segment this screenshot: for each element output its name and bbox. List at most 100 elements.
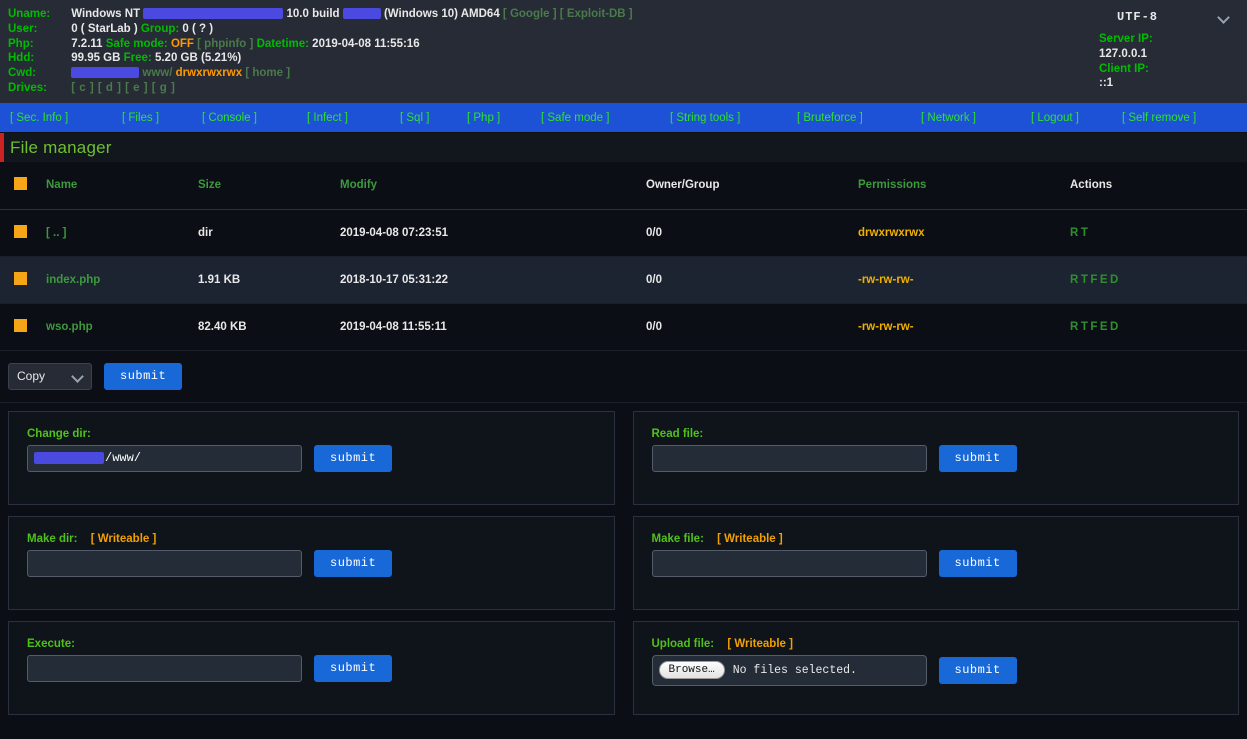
browse-button[interactable]: Browse… [659, 661, 725, 679]
read-file-input[interactable] [652, 445, 927, 472]
chevron-down-icon [71, 369, 85, 383]
column-header-size[interactable]: Size [198, 162, 340, 209]
hdd-free-value: 5.20 GB (5.21%) [155, 52, 241, 64]
row-checkbox[interactable] [14, 319, 27, 332]
make-file-submit-button[interactable]: submit [939, 550, 1017, 577]
file-link[interactable]: wso.php [46, 321, 93, 333]
action-link-r[interactable]: R [1070, 227, 1081, 239]
exploitdb-link[interactable]: [ Exploit-DB ] [560, 8, 633, 20]
nav-item-console[interactable]: [ Console ] [200, 112, 259, 124]
google-link[interactable]: [ Google ] [503, 8, 557, 20]
execute-panel: Execute: submit [8, 621, 615, 715]
nav-item-files[interactable]: [ Files ] [120, 112, 161, 124]
execute-input[interactable] [27, 655, 302, 682]
action-link-r[interactable]: R [1070, 274, 1081, 286]
upload-file-status-badge: [ Writeable ] [727, 638, 793, 650]
change-dir-submit-button[interactable]: submit [314, 445, 392, 472]
action-link-d[interactable]: D [1110, 321, 1121, 333]
column-header-name[interactable]: Name [46, 162, 198, 209]
change-dir-label: Change dir: [27, 428, 596, 440]
nav-item-php[interactable]: [ Php ] [465, 112, 502, 124]
drives-label: Drives: [8, 81, 68, 96]
action-link-e[interactable]: E [1100, 321, 1110, 333]
server-ip-label: Server IP: [1099, 32, 1239, 47]
client-ip-label: Client IP: [1099, 62, 1239, 77]
nav-item-string-tools[interactable]: [ String tools ] [668, 112, 742, 124]
row-select-cell [0, 256, 46, 303]
server-ip-value: 127.0.0.1 [1099, 47, 1239, 62]
file-link[interactable]: [ .. ] [46, 227, 66, 239]
drives-list[interactable]: [ c ] [ d ] [ e ] [ g ] [71, 82, 175, 94]
action-link-r[interactable]: R [1070, 321, 1081, 333]
cell-owner-group-text: 0/0 [646, 274, 662, 286]
make-file-label-text: Make file: [652, 533, 704, 545]
bulk-action-select[interactable]: Copy [8, 363, 92, 390]
home-link[interactable]: [ home ] [245, 67, 290, 79]
uname-os: Windows NT [71, 8, 140, 20]
column-header-modify[interactable]: Modify [340, 162, 646, 209]
make-file-input[interactable] [652, 550, 927, 577]
table-row: index.php1.91 KB2018-10-17 05:31:220/0-r… [0, 256, 1247, 303]
panel-row-3: Execute: submit Upload file: [ Writeable… [8, 621, 1239, 715]
upload-file-input[interactable]: Browse… No files selected. [652, 655, 927, 686]
charset-select[interactable]: UTF-8 [1097, 8, 1231, 26]
table-header-row: Name Size Modify Owner/Group Permissions… [0, 162, 1247, 209]
select-all-header [0, 162, 46, 209]
execute-submit-button[interactable]: submit [314, 655, 392, 682]
nav-item-self-remove[interactable]: [ Self remove ] [1120, 112, 1198, 124]
user-label: User: [8, 22, 68, 37]
make-file-panel: Make file: [ Writeable ] submit [633, 516, 1240, 610]
change-dir-panel: Change dir: /www/ submit [8, 411, 615, 505]
change-dir-input[interactable]: /www/ [27, 445, 302, 472]
cell-owner-group-text: 0/0 [646, 227, 662, 239]
action-link-f[interactable]: F [1090, 274, 1100, 286]
action-link-d[interactable]: D [1110, 274, 1121, 286]
client-ip-value: ::1 [1099, 76, 1239, 91]
column-header-permissions[interactable]: Permissions [858, 162, 1070, 209]
action-link-e[interactable]: E [1100, 274, 1110, 286]
uname-version: 10.0 build [287, 8, 340, 20]
ip-info-block: Server IP: 127.0.0.1 Client IP: ::1 [1089, 32, 1239, 91]
table-header: Name Size Modify Owner/Group Permissions… [0, 162, 1247, 209]
action-link-f[interactable]: F [1090, 321, 1100, 333]
panel-row-2: Make dir: [ Writeable ] submit Make file… [8, 516, 1239, 610]
nav-item-sql[interactable]: [ Sql ] [398, 112, 431, 124]
action-link-t[interactable]: T [1081, 321, 1091, 333]
cell-permissions-text: -rw-rw-rw- [858, 321, 914, 333]
make-dir-label: Make dir: [ Writeable ] [27, 533, 596, 545]
make-dir-submit-button[interactable]: submit [314, 550, 392, 577]
nav-item-network[interactable]: [ Network ] [919, 112, 978, 124]
cwd-path-suffix: www/ [142, 67, 172, 79]
upload-file-submit-button[interactable]: submit [939, 657, 1017, 684]
bulk-action-submit-button[interactable]: submit [104, 363, 182, 390]
phpinfo-link[interactable]: [ phpinfo ] [197, 38, 253, 50]
cell-name: index.php [46, 256, 198, 303]
upload-file-form: Browse… No files selected. submit [652, 655, 1221, 686]
action-link-t[interactable]: T [1081, 227, 1091, 239]
nav-item-safe-mode[interactable]: [ Safe mode ] [539, 112, 611, 124]
nav-item-infect[interactable]: [ Infect ] [305, 112, 350, 124]
row-checkbox[interactable] [14, 225, 27, 238]
nav-item-sec-info[interactable]: [ Sec. Info ] [8, 112, 70, 124]
column-header-actions: Actions [1070, 162, 1247, 209]
cell-size-text: 1.91 KB [198, 274, 240, 286]
make-dir-input[interactable] [27, 550, 302, 577]
cell-owner-group-text: 0/0 [646, 321, 662, 333]
redacted-build-number [343, 8, 381, 19]
action-link-t[interactable]: T [1081, 274, 1091, 286]
file-manager-title-bar: File manager [0, 133, 1247, 162]
read-file-submit-button[interactable]: submit [939, 445, 1017, 472]
cell-modify-text: 2018-10-17 05:31:22 [340, 274, 448, 286]
table-body: [ .. ]dir2019-04-08 07:23:510/0drwxrwxrw… [0, 209, 1247, 350]
nav-item-bruteforce[interactable]: [ Bruteforce ] [795, 112, 865, 124]
info-row-user: User: 0 ( StarLab ) Group: 0 ( ? ) [8, 22, 1247, 37]
table-row: [ .. ]dir2019-04-08 07:23:510/0drwxrwxrw… [0, 209, 1247, 256]
row-checkbox[interactable] [14, 272, 27, 285]
chevron-down-icon [1217, 10, 1231, 24]
select-all-checkbox[interactable] [14, 177, 27, 190]
nav-item-logout[interactable]: [ Logout ] [1029, 112, 1081, 124]
change-dir-input-value: /www/ [105, 451, 141, 465]
read-file-label: Read file: [652, 428, 1221, 440]
no-file-selected-text: No files selected. [733, 664, 857, 677]
file-link[interactable]: index.php [46, 274, 100, 286]
